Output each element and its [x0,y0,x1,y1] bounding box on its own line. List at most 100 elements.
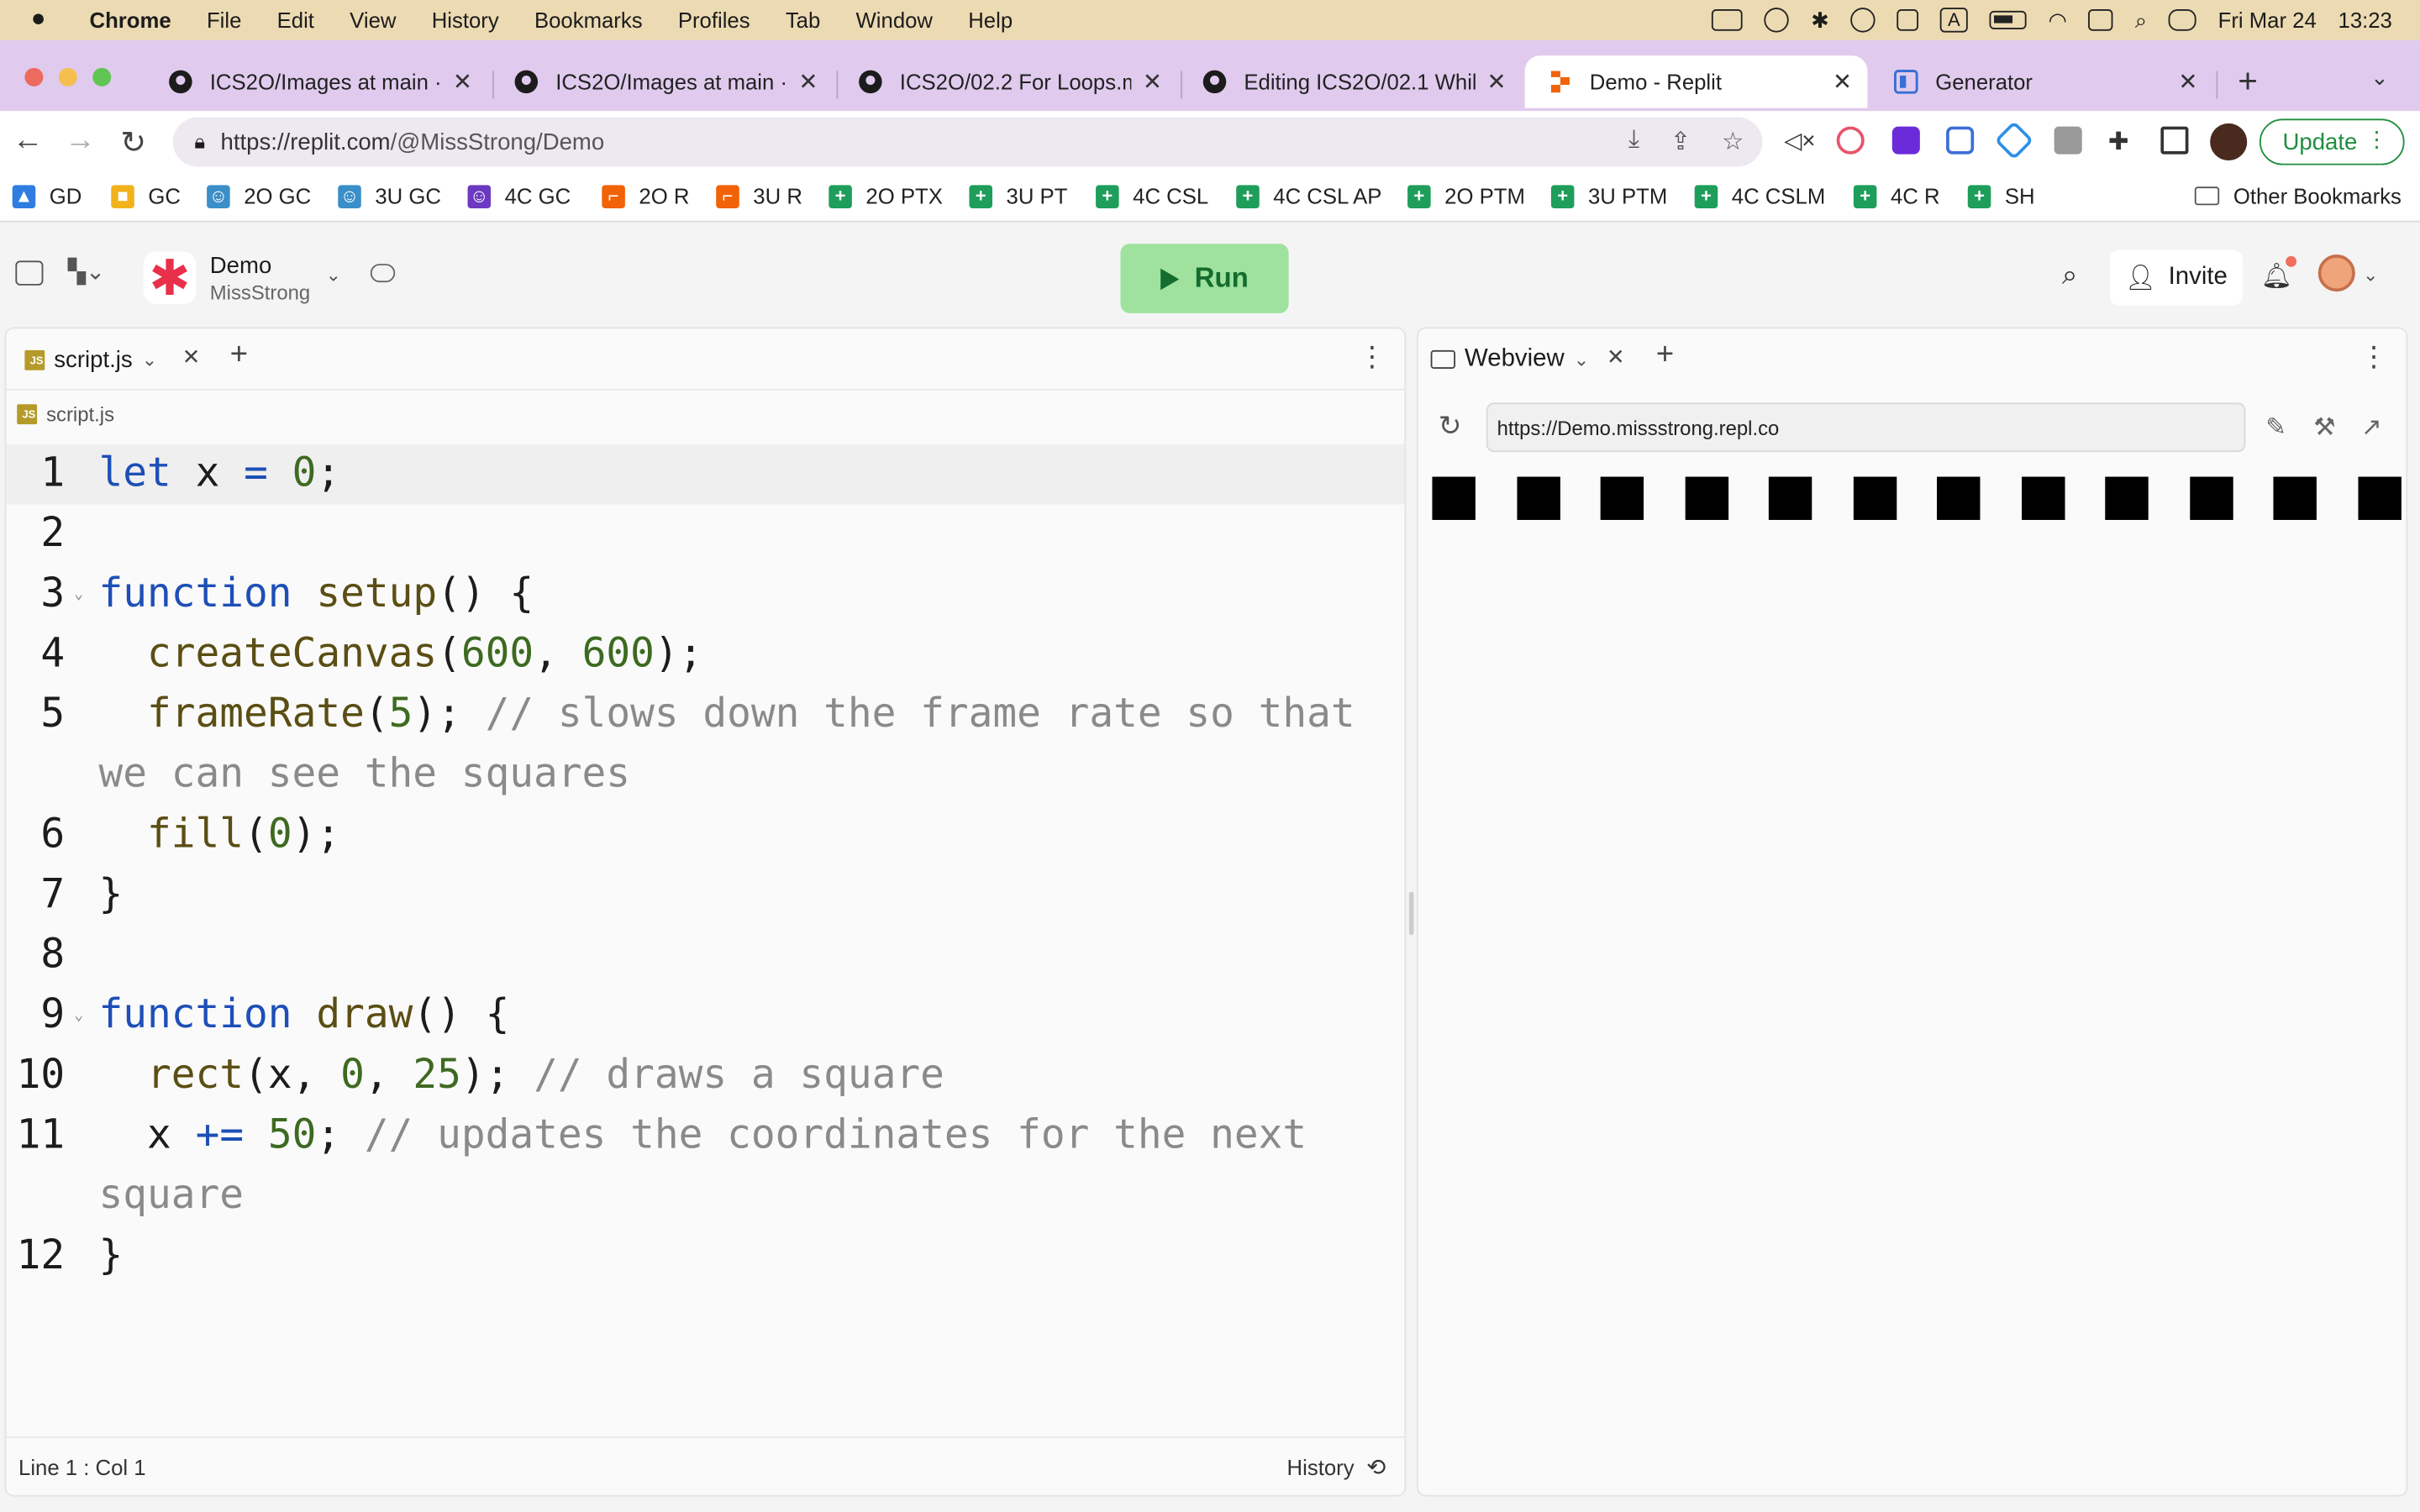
side-panel-icon[interactable] [2160,126,2189,155]
address-bar[interactable]: 🔒︎ https://replit.com/@MissStrong/Demo ⤓… [172,117,1763,167]
workspace-tools-icon[interactable]: ▚⌄ [68,258,105,286]
run-button[interactable]: Run [1120,244,1289,313]
menu-help[interactable]: Help [968,8,1013,32]
code-line[interactable]: 11 x += 50; // updates the coordinates f… [6,1106,1404,1226]
code-line[interactable]: 7} [6,865,1404,926]
cursor-position[interactable]: Line 1 : Col 1 [18,1455,146,1479]
code-line[interactable]: 12} [6,1226,1404,1287]
menu-history[interactable]: History [432,8,499,32]
cloud-saved-icon[interactable] [370,264,396,283]
bookmark-star-icon[interactable]: ☆ [1722,127,1744,158]
apple-icon[interactable]: ● [31,6,59,34]
bookmark-item[interactable]: +2O PTM [1407,184,1525,208]
close-webview-tab-icon[interactable]: ✕ [1607,344,1625,370]
bookmark-item[interactable]: ⌐ 2O R [602,184,689,208]
tab-search-chevron-icon[interactable]: ⌄ [2370,65,2389,91]
lock-icon[interactable]: 🔒︎ [194,129,205,154]
control-center-icon[interactable] [2168,9,2196,31]
other-bookmarks[interactable]: Other Bookmarks [2194,184,2402,208]
tab-chevron-down-icon[interactable]: ⌄ [142,349,157,370]
menu-file[interactable]: File [207,8,241,32]
bookmark-item[interactable]: +4C CSLM [1694,184,1825,208]
open-new-tab-icon[interactable]: ↗ [2361,412,2382,443]
share-icon[interactable]: ⇪ [1670,127,1691,158]
menu-bookmarks[interactable]: Bookmarks [534,8,643,32]
bookmark-item[interactable]: ■ GC [111,184,181,208]
install-app-icon[interactable]: ⤓ [1628,127,1639,158]
menu-time[interactable]: 13:23 [2338,8,2392,32]
account-chevron-down-icon[interactable]: ⌄ [2363,264,2378,286]
bookmark-item[interactable]: ☺ 2O GC [207,184,311,208]
back-icon[interactable]: ← [13,123,44,159]
close-tab-icon[interactable]: ✕ [1833,68,1852,96]
bookmark-item[interactable]: +4C CSL [1096,184,1208,208]
browser-tab-active[interactable]: Demo - Replit ✕ [1524,55,1868,108]
close-editor-tab-icon[interactable]: ✕ [182,344,201,370]
bookmark-item[interactable]: +4C CSL AP [1236,184,1381,208]
search-icon[interactable]: ⌕ [2062,260,2078,292]
extensions-puzzle-icon[interactable]: ✚ [2108,127,2136,155]
close-tab-icon[interactable]: ✕ [1143,68,1162,96]
bluetooth-icon[interactable]: ✱ [1811,7,1829,33]
tab-script-js[interactable]: JS script.js ⌄ [15,336,166,382]
repl-owner[interactable]: MissStrong [210,281,310,304]
contacts-icon[interactable] [1897,9,1919,31]
repl-chevron-down-icon[interactable]: ⌄ [326,264,341,286]
browser-tab[interactable]: ICS2O/Images at main · M ✕ [491,55,834,108]
extension-screencastify-icon[interactable] [1836,126,1865,155]
code-line[interactable]: 2 [6,505,1404,565]
forward-icon[interactable]: → [65,123,96,159]
update-button[interactable]: Update ⋮ [2259,118,2405,165]
menu-profiles[interactable]: Profiles [678,8,750,32]
browser-tab[interactable]: ICS2O/Images at main · M ✕ [145,55,488,108]
fold-chevron-icon[interactable]: ⌄ [74,986,83,1047]
invite-button[interactable]: 👤︎ Invite [2109,249,2243,306]
code-line[interactable]: 9 ⌄ function draw() { [6,986,1404,1047]
code-line[interactable]: 4 createCanvas(600, 600); [6,625,1404,685]
history-button[interactable]: History ⟲ [1287,1453,1386,1481]
zoom-window-button[interactable] [92,67,112,87]
more-vert-icon[interactable]: ⋮ [2366,127,2388,153]
new-tab-icon[interactable]: + [2238,61,2258,102]
code-area[interactable]: 1 let x = 0; 2 3 ⌄ function setup() {4 creat… [6,444,1405,1287]
webview-chevron-down-icon[interactable]: ⌄ [1574,349,1589,370]
close-tab-icon[interactable]: ✕ [798,68,818,96]
tab-webview[interactable]: Webview ⌄ [1430,336,1589,382]
webview-reload-icon[interactable]: ↻ [1439,411,1462,444]
bookmark-item[interactable]: +3U PTM [1550,184,1667,208]
extension-purple-icon[interactable] [1891,126,1920,155]
close-tab-icon[interactable]: ✕ [453,68,472,96]
profile-avatar[interactable] [2210,123,2248,161]
pane-resize-handle[interactable] [1408,891,1414,936]
code-line[interactable]: 10 rect(x, 0, 25); // draws a square [6,1046,1404,1106]
bookmark-item[interactable]: ☺ 3U GC [338,184,441,208]
menu-date[interactable]: Fri Mar 24 [2218,8,2317,32]
editor-more-icon[interactable]: ⋮ [1358,341,1386,374]
battery-icon[interactable] [1989,10,2027,29]
spotlight-search-icon[interactable]: ⌕ [2135,7,2147,33]
browser-tab[interactable]: Editing ICS2O/02.1 While ✕ [1179,55,1522,108]
bookmark-item[interactable]: +3U PT [969,184,1067,208]
webview-url-field[interactable]: https://Demo.missstrong.repl.co [1486,402,2246,453]
mute-tab-icon[interactable]: ◁× [1784,127,1815,154]
password-manager-icon[interactable] [1764,8,1790,33]
bookmark-item[interactable]: ⌐ 3U R [716,184,802,208]
bookmark-item[interactable]: +2O PTX [829,184,943,208]
bookmark-item[interactable]: +4C R [1853,184,1940,208]
user-avatar[interactable] [2317,255,2355,292]
close-tab-icon[interactable]: ✕ [2178,68,2197,96]
breadcrumb-file[interactable]: script.js [46,402,114,426]
input-source-icon[interactable]: A [1939,8,1968,33]
display-icon[interactable] [1712,9,1744,31]
repl-logo-icon[interactable]: ✱ [143,250,197,306]
code-line[interactable]: 3 ⌄ function setup() { [6,564,1404,625]
sidebar-toggle-icon[interactable] [15,260,44,286]
menu-view[interactable]: View [350,8,396,32]
minimize-window-button[interactable] [58,67,77,87]
code-line[interactable]: 5 frameRate(5); // slows down the frame … [6,685,1404,805]
repl-name[interactable]: Demo [210,253,271,279]
devtools-wrench-icon[interactable]: ⚒ [2313,412,2335,443]
add-editor-tab-icon[interactable]: + [230,338,248,373]
bookmark-item[interactable]: ▲ GD [12,184,82,208]
menu-app-name[interactable]: Chrome [90,8,171,32]
